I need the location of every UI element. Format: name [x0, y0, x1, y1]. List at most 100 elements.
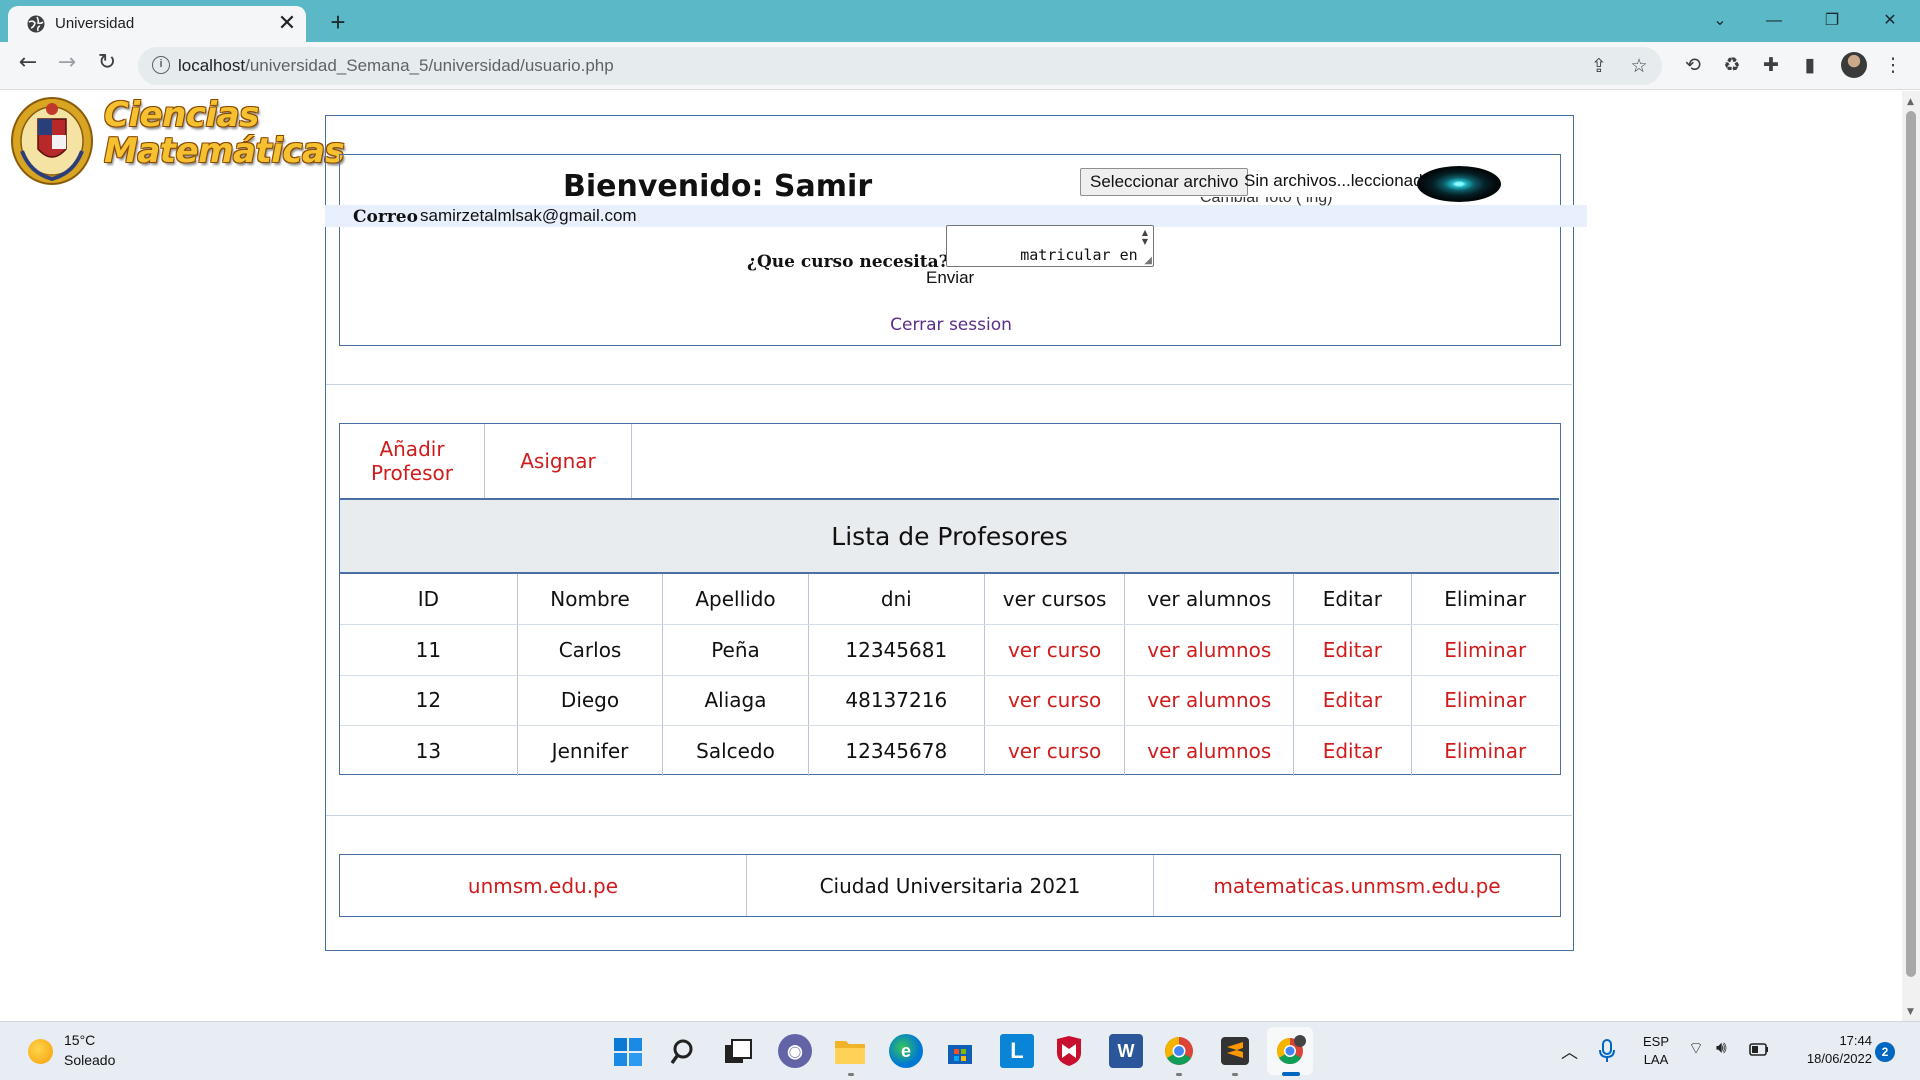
minimize-button[interactable]: — [1752, 4, 1796, 38]
brand-title: Ciencias Matemáticas [104, 97, 345, 169]
new-tab-button[interactable]: + [324, 8, 352, 36]
logout-link[interactable]: Cerrar session [340, 315, 1562, 335]
reload-icon[interactable]: ↻ [91, 50, 123, 82]
maximize-button[interactable]: ❐ [1810, 4, 1854, 38]
eliminar-link[interactable]: Eliminar [1411, 726, 1559, 777]
professors-panel: Añadir Profesor Asignar Lista de Profeso… [339, 423, 1561, 776]
teams-chat-icon[interactable]: ◉ [778, 1034, 812, 1068]
info-icon[interactable]: i [152, 56, 170, 74]
cell-id: 13 [340, 725, 518, 776]
browser-tab[interactable]: Universidad ✕ [8, 6, 306, 42]
notification-badge[interactable]: 2 [1875, 1042, 1895, 1062]
curso-label: ¿Que curso necesita? [747, 252, 949, 272]
windows-taskbar: 15°C Soleado ◉ e L W ︿ ESP LAA ⌔ 🔊︎ 17:4… [0, 1021, 1920, 1080]
share-icon[interactable]: ⇪ [1588, 55, 1610, 77]
store-icon[interactable] [945, 1036, 975, 1066]
correo-label: Correo [353, 207, 418, 227]
scroll-thumb[interactable] [1906, 111, 1916, 977]
textarea-scroll-arrows-icon[interactable]: ▲ ▼ [1139, 228, 1151, 246]
edge-icon[interactable]: e [889, 1034, 923, 1068]
ver-curso-link[interactable]: ver curso [984, 725, 1126, 776]
back-arrow-icon[interactable]: ← [12, 50, 44, 82]
change-photo-caption[interactable]: Cambiar foto ( ing) [1200, 197, 1333, 207]
show-hidden-icons-chevron-icon[interactable]: ︿ [1561, 1038, 1578, 1063]
eliminar-link[interactable]: Eliminar [1411, 675, 1559, 726]
browser-toolbar: ← → ↻ i localhost/universidad_Semana_5/u… [0, 42, 1920, 90]
menu-kebab-icon[interactable]: ⋮ [1880, 52, 1906, 78]
word-icon[interactable]: W [1109, 1034, 1143, 1068]
eliminar-link[interactable]: Eliminar [1411, 624, 1559, 676]
header-eliminar: Eliminar [1411, 574, 1559, 625]
assign-link[interactable]: Asignar [485, 424, 632, 498]
professors-list-title: Lista de Profesores [340, 500, 1559, 572]
ver-alumnos-link[interactable]: ver alumnos [1124, 725, 1295, 776]
matematicas-link[interactable]: matematicas.unmsm.edu.pe [1154, 855, 1560, 916]
sublime-text-icon[interactable] [1220, 1036, 1250, 1066]
ver-alumnos-link[interactable]: ver alumnos [1124, 624, 1295, 676]
sidepanel-icon[interactable]: ▮ [1797, 52, 1823, 78]
system-clock[interactable]: 17:44 18/06/2022 [1784, 1032, 1872, 1068]
browser-tab-bar: Universidad ✕ + ⌄ — ❐ ✕ [0, 0, 1920, 42]
unmsm-link[interactable]: unmsm.edu.pe [340, 855, 747, 916]
cell-nombre: Diego [517, 675, 664, 726]
editar-link[interactable]: Editar [1293, 624, 1412, 676]
scroll-up-icon[interactable]: ▲ [1907, 97, 1914, 107]
header-ver-alumnos: ver alumnos [1124, 574, 1295, 625]
select-file-button[interactable]: Seleccionar archivo [1080, 168, 1249, 196]
chrome-icon[interactable] [1164, 1036, 1194, 1066]
main-container: Bienvenido: Samir Seleccionar archivo Si… [325, 115, 1587, 951]
change-photo-text: Cambiar foto ( ing) [1200, 197, 1333, 206]
close-window-button[interactable]: ✕ [1868, 4, 1912, 38]
cell-dni: 12345681 [808, 624, 985, 676]
weather-description[interactable]: Soleado [64, 1052, 115, 1068]
wifi-icon[interactable]: ⌔ [1688, 1038, 1704, 1059]
sun-icon[interactable] [28, 1039, 53, 1064]
chrome-profile-icon[interactable] [1275, 1034, 1307, 1066]
table-row: 11 Carlos Peña 12345681 ver curso ver al… [340, 624, 1559, 676]
editar-link[interactable]: Editar [1293, 675, 1412, 726]
ver-alumnos-link[interactable]: ver alumnos [1124, 675, 1295, 726]
url-text[interactable]: localhost/universidad_Semana_5/universid… [178, 56, 614, 76]
file-explorer-icon[interactable] [834, 1036, 866, 1066]
recycle-icon[interactable]: ♻ [1719, 52, 1745, 78]
weather-temperature[interactable]: 15°C [64, 1032, 95, 1048]
header-apellido: Apellido [662, 574, 809, 625]
address-bar[interactable]: i localhost/universidad_Semana_5/univers… [138, 47, 1662, 85]
tab-search-chevron-icon[interactable]: ⌄ [1698, 4, 1742, 38]
windows-start-icon[interactable] [613, 1037, 643, 1067]
professors-table: ID Nombre Apellido dni ver cursos ver al… [340, 574, 1559, 776]
resize-grip-icon[interactable]: ◢ [1144, 255, 1152, 266]
forward-arrow-icon[interactable]: → [51, 50, 83, 82]
input-language[interactable]: ESP LAA [1641, 1033, 1671, 1069]
curso-textarea[interactable]: matricular en Cálculo Tensorial. ▲▼ ◢ [946, 225, 1154, 267]
cell-nombre: Carlos [517, 624, 664, 676]
profile-avatar[interactable] [1841, 52, 1867, 78]
section-divider [326, 815, 1572, 816]
cell-apellido: Aliaga [662, 675, 809, 726]
ver-curso-link[interactable]: ver curso [984, 624, 1126, 676]
battery-icon[interactable] [1747, 1042, 1769, 1058]
university-crest-logo [11, 97, 93, 185]
editar-link[interactable]: Editar [1293, 725, 1412, 776]
star-icon[interactable]: ☆ [1628, 55, 1650, 77]
enviar-button[interactable]: Enviar [926, 268, 974, 288]
task-view-icon[interactable] [723, 1037, 753, 1067]
search-icon[interactable] [670, 1037, 700, 1067]
extension-icon[interactable]: ✚ [1758, 52, 1784, 78]
page-scrollbar[interactable]: ▲ ▼ [1902, 91, 1920, 1021]
ver-curso-link[interactable]: ver curso [984, 675, 1126, 726]
extension-sync-icon[interactable]: ⟲ [1680, 52, 1706, 78]
microphone-icon[interactable] [1598, 1039, 1616, 1063]
cell-id: 12 [340, 675, 518, 726]
cell-dni: 48137216 [808, 675, 985, 726]
mcafee-icon[interactable] [1054, 1035, 1084, 1067]
l-app-icon[interactable]: L [1000, 1034, 1034, 1068]
table-row: 12 Diego Aliaga 48137216 ver curso ver a… [340, 675, 1559, 726]
speaker-icon[interactable]: 🔊︎ [1716, 1038, 1727, 1058]
tab-title: Universidad [55, 15, 135, 32]
add-professor-link[interactable]: Añadir Profesor [340, 424, 485, 498]
tab-close-icon[interactable]: ✕ [276, 12, 298, 34]
scroll-down-icon[interactable]: ▼ [1907, 1007, 1914, 1017]
active-app-indicator [1282, 1072, 1300, 1076]
user-panel: Bienvenido: Samir Seleccionar archivo Si… [325, 154, 1587, 346]
